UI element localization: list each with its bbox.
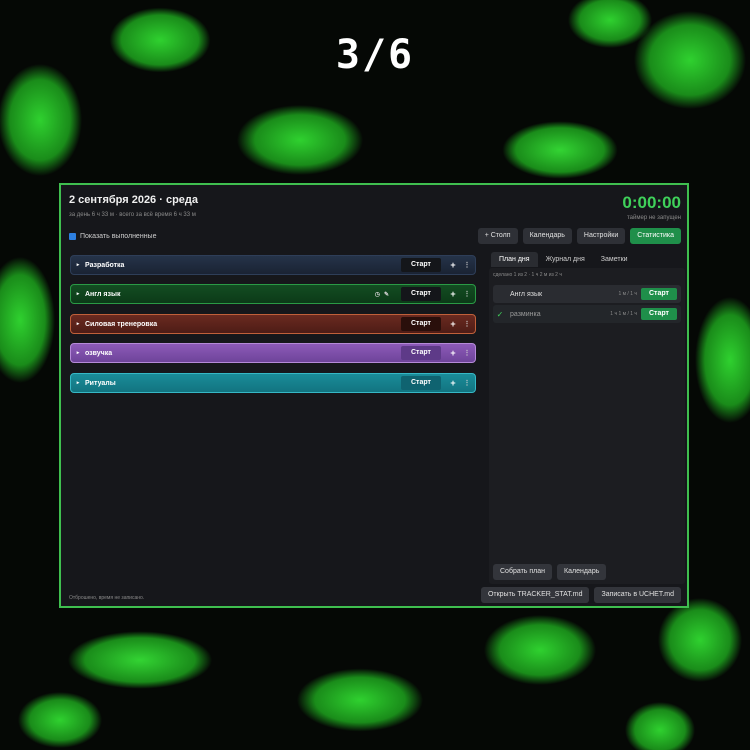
project-name: Ритуалы	[85, 379, 116, 387]
more-vertical-icon[interactable]: ⋮	[459, 290, 475, 298]
plan-task[interactable]: ✓ разминка 1 ч 1 м / 1 ч Старт	[493, 305, 681, 323]
more-vertical-icon[interactable]: ⋮	[459, 261, 475, 269]
project-row[interactable]: ▸ Силовая тренеровка Старт + ⋮	[70, 314, 476, 334]
show-done-toggle[interactable]: Показать выполненные	[69, 233, 156, 240]
task-progress: 1 м / 1 ч	[618, 291, 637, 297]
tab-day-plan[interactable]: План дня	[491, 252, 538, 267]
plus-icon[interactable]: +	[447, 319, 459, 329]
task-progress: 1 ч 1 м / 1 ч	[610, 311, 637, 317]
timer-status: таймер не запущен	[626, 215, 681, 221]
footer-actions: Открыть TRACKER_STAT.md Записать в UCHET…	[480, 587, 681, 603]
triangle-right-icon[interactable]: ▸	[71, 262, 85, 268]
statistics-button[interactable]: Статистика	[630, 228, 681, 244]
add-column-button[interactable]: + Столп	[477, 228, 518, 244]
timer-display: 0:00:00	[622, 193, 681, 212]
write-uchet-button[interactable]: Записать в UCHET.md	[594, 587, 681, 603]
project-name: озвучка	[85, 349, 113, 357]
project-name: Силовая тренеровка	[85, 320, 158, 328]
tracker-window: 2 сентября 2026 · среда за день 6 ч 33 м…	[59, 183, 689, 608]
project-row[interactable]: ▸ Англ язык ◷✎ Старт + ⋮	[70, 284, 476, 304]
plan-task[interactable]: Англ язык 1 м / 1 ч Старт	[493, 285, 681, 303]
more-vertical-icon[interactable]: ⋮	[459, 349, 475, 357]
day-plan-panel: сделано 1 из 2 · 1 ч 2 м из 2 ч Англ язы…	[489, 268, 685, 584]
project-row[interactable]: ▸ Ритуалы Старт + ⋮	[70, 373, 476, 393]
clock-icon[interactable]: ◷	[375, 292, 384, 298]
project-start-button[interactable]: Старт	[401, 287, 441, 301]
side-tabs: План дня Журнал дня Заметки	[491, 252, 636, 267]
project-start-button[interactable]: Старт	[401, 346, 441, 360]
plan-calendar-button[interactable]: Календарь	[557, 564, 607, 580]
more-vertical-icon[interactable]: ⋮	[459, 379, 475, 387]
project-row[interactable]: ▸ озвучка Старт + ⋮	[70, 343, 476, 363]
plus-icon[interactable]: +	[447, 260, 459, 270]
task-name: разминка	[510, 310, 541, 318]
calendar-button[interactable]: Календарь	[522, 228, 572, 244]
project-start-button[interactable]: Старт	[401, 258, 441, 272]
plus-icon[interactable]: +	[447, 378, 459, 388]
project-status-icons: ◷✎	[375, 291, 393, 298]
task-start-button[interactable]: Старт	[641, 308, 677, 320]
status-message: Отброшено, время не записано.	[69, 595, 145, 601]
slide-counter: 3/6	[335, 32, 415, 78]
collect-plan-button[interactable]: Собрать план	[493, 564, 553, 580]
settings-button[interactable]: Настройки	[576, 228, 626, 244]
day-summary: за день 6 ч 33 м · всего за всё время 6 …	[69, 212, 196, 218]
plan-actions: Собрать план Календарь	[493, 564, 607, 580]
more-vertical-icon[interactable]: ⋮	[459, 320, 475, 328]
plus-icon[interactable]: +	[447, 289, 459, 299]
task-name: Англ язык	[510, 290, 543, 298]
checkmark-icon: ✓	[496, 309, 504, 319]
plan-summary: сделано 1 из 2 · 1 ч 2 м из 2 ч	[493, 272, 562, 278]
triangle-right-icon[interactable]: ▸	[71, 291, 85, 297]
triangle-right-icon[interactable]: ▸	[71, 380, 85, 386]
project-name: Разработка	[85, 261, 125, 269]
plus-icon[interactable]: +	[447, 348, 459, 358]
project-name: Англ язык	[85, 290, 121, 298]
project-start-button[interactable]: Старт	[401, 376, 441, 390]
show-done-checkbox[interactable]	[69, 233, 76, 240]
triangle-right-icon[interactable]: ▸	[71, 321, 85, 327]
task-start-button[interactable]: Старт	[641, 288, 677, 300]
triangle-right-icon[interactable]: ▸	[71, 350, 85, 356]
open-stat-button[interactable]: Открыть TRACKER_STAT.md	[480, 587, 590, 603]
show-done-label: Показать выполненные	[80, 233, 157, 240]
project-start-button[interactable]: Старт	[401, 317, 441, 331]
tab-day-journal[interactable]: Журнал дня	[538, 252, 593, 267]
toolbar: + Столп Календарь Настройки Статистика	[477, 228, 681, 244]
pencil-icon[interactable]: ✎	[384, 292, 393, 298]
page-title: 2 сентября 2026 · среда	[69, 194, 199, 206]
tab-notes[interactable]: Заметки	[593, 252, 636, 267]
project-row[interactable]: ▸ Разработка Старт + ⋮	[70, 255, 476, 275]
